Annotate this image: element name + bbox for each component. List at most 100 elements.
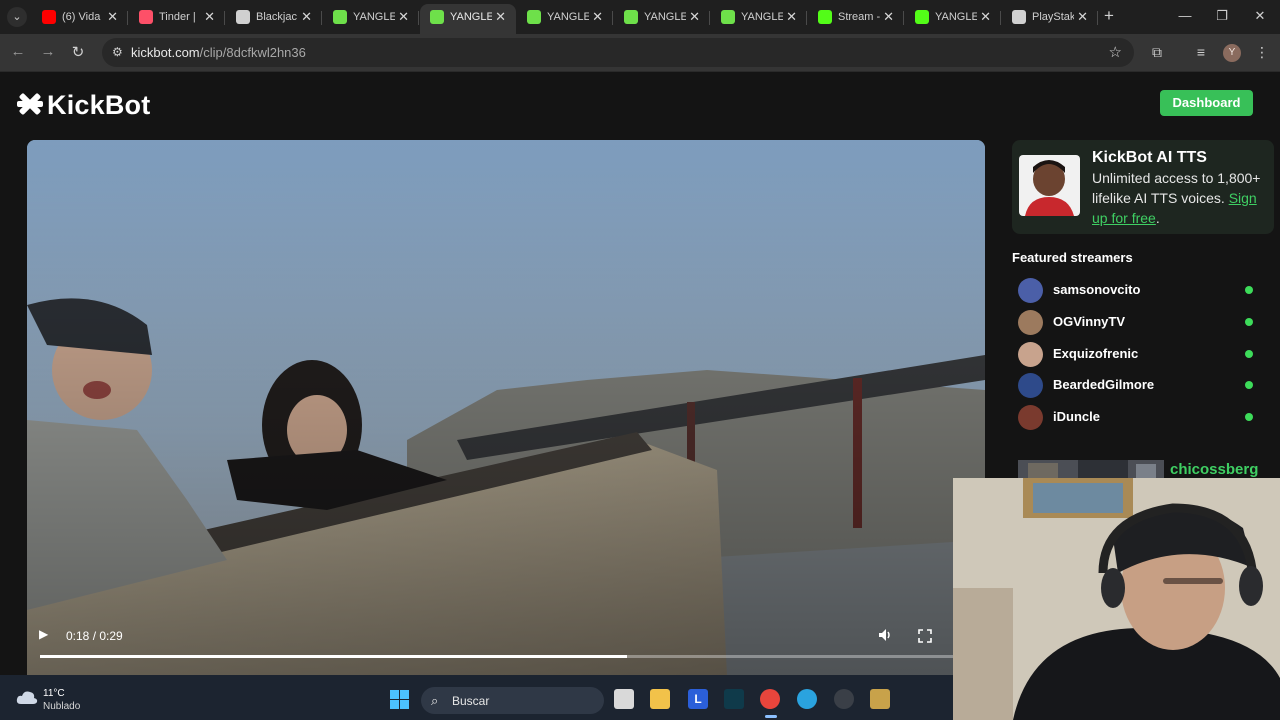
tab-separator — [1097, 11, 1098, 25]
reload-icon[interactable]: ↻ — [69, 43, 87, 61]
windows-taskbar: 11°C Nublado ⌕ Buscar L — [0, 675, 953, 720]
tab-close-icon[interactable]: ✕ — [786, 4, 797, 30]
tab-separator — [418, 11, 419, 25]
browser-tab[interactable]: YANGLE ✕ — [614, 4, 710, 34]
online-status-dot — [1245, 317, 1253, 326]
kick-k-icon — [818, 10, 832, 24]
league-client-icon[interactable] — [870, 689, 890, 709]
streamer-name: BeardedGilmore — [1053, 377, 1155, 393]
windows-start-icon[interactable] — [390, 690, 409, 709]
tinder-flame-icon — [139, 10, 153, 24]
back-arrow-icon[interactable]: ← — [9, 43, 27, 60]
browser-tab[interactable]: YANGLE ✕ — [905, 4, 1001, 34]
restore-icon[interactable]: ❐ — [1212, 8, 1232, 24]
tab-close-icon[interactable]: ✕ — [495, 4, 506, 30]
promo-avatar-image — [1019, 155, 1080, 216]
browser-tab[interactable]: YANGLE ✕ — [420, 4, 516, 34]
tab-close-icon[interactable]: ✕ — [980, 4, 991, 30]
browser-tab[interactable]: YANGLE ✕ — [711, 4, 807, 34]
tab-separator — [709, 11, 710, 25]
browser-tab[interactable]: PlayStak ✕ — [1002, 4, 1098, 34]
tab-close-icon[interactable]: ✕ — [204, 4, 215, 30]
tab-close-icon[interactable]: ✕ — [1077, 4, 1088, 30]
kickbot-icon — [527, 10, 541, 24]
featured-streamer-item[interactable]: OGVinnyTV — [1012, 308, 1260, 336]
browser-toolbar: ← → ↻ ⚙ kickbot.com/clip/8dcfkwl2hn36 ☆ … — [0, 34, 1280, 72]
steam-icon[interactable] — [834, 689, 854, 709]
tab-close-icon[interactable]: ✕ — [398, 4, 409, 30]
featured-streamer-item[interactable]: BeardedGilmore — [1012, 371, 1260, 399]
tab-close-icon[interactable]: ✕ — [592, 4, 603, 30]
search-icon: ⌕ — [431, 693, 439, 708]
extensions-puzzle-icon[interactable]: ⧉ — [1148, 44, 1166, 61]
tab-title: YANGLE — [644, 11, 686, 23]
tab-close-icon[interactable]: ✕ — [107, 4, 118, 30]
online-status-dot — [1245, 381, 1253, 390]
streamer-avatar — [1018, 309, 1043, 335]
forward-arrow-icon[interactable]: → — [39, 43, 57, 60]
youtube-icon — [42, 10, 56, 24]
address-bar[interactable]: ⚙ kickbot.com/clip/8dcfkwl2hn36 ☆ — [102, 38, 1134, 67]
game-launcher-icon[interactable] — [724, 689, 744, 709]
browser-menu-icon[interactable]: ⋮ — [1253, 44, 1271, 61]
browser-tab[interactable]: Stream - ✕ — [808, 4, 904, 34]
site-info-icon[interactable]: ⚙ — [112, 45, 126, 59]
bookmark-star-icon[interactable]: ☆ — [1109, 43, 1122, 61]
streamer-avatar — [1018, 405, 1043, 431]
close-window-icon[interactable]: ✕ — [1250, 8, 1270, 24]
tab-title: YANGLE — [741, 11, 783, 23]
new-tab-plus-icon[interactable]: + — [1100, 6, 1118, 26]
fullscreen-icon[interactable] — [918, 629, 932, 643]
streamer-name: samsonovcito — [1053, 282, 1141, 297]
logo-text: KickBot — [47, 90, 151, 120]
play-icon[interactable]: ▶ — [39, 627, 55, 643]
browser-tab[interactable]: YANGLE ✕ — [517, 4, 613, 34]
browser-tab[interactable]: Blackjac ✕ — [226, 4, 322, 34]
tab-title: Stream - — [838, 11, 880, 23]
cloud-weather-icon[interactable] — [16, 689, 38, 705]
minimize-icon[interactable]: — — [1175, 8, 1195, 23]
clip-thumbnail-image — [1018, 460, 1164, 480]
featured-streamer-item[interactable]: samsonovcito — [1012, 276, 1260, 304]
online-status-dot — [1245, 286, 1253, 294]
file-explorer-icon[interactable] — [650, 689, 670, 709]
tab-search-chevron-icon[interactable]: ⌄ — [7, 7, 27, 27]
browser-tab[interactable]: YANGLE ✕ — [323, 4, 419, 34]
featured-streamer-item[interactable]: Exquizofrenic — [1012, 340, 1260, 368]
kickbot-logo-icon — [17, 93, 43, 115]
taskbar-search[interactable]: ⌕ Buscar — [421, 687, 604, 714]
video-frame — [27, 140, 985, 676]
streamer-name: Exquizofrenic — [1053, 345, 1139, 361]
task-view-icon[interactable] — [614, 689, 634, 709]
stake-s-icon — [1012, 10, 1026, 24]
dashboard-button[interactable]: Dashboard — [1160, 90, 1253, 116]
weather-temperature[interactable]: 11°C — [43, 688, 65, 699]
active-app-indicator — [765, 715, 777, 718]
weather-condition[interactable]: Nublado — [43, 701, 80, 712]
stake-s-icon — [236, 10, 250, 24]
browser-tab-strip: ⌄ (6) Vida ✕ Tinder | ✕ Blackjac ✕ YANGLE ✕ YANG… — [0, 0, 1280, 34]
volume-icon[interactable] — [877, 627, 893, 643]
featured-streamer-item[interactable]: iDuncle — [1012, 403, 1260, 431]
profile-avatar[interactable]: Y — [1223, 44, 1241, 62]
clip-streamer-name[interactable]: chicossberg — [1170, 461, 1258, 478]
browser-tab[interactable]: Tinder | ✕ — [129, 4, 225, 34]
tab-title: Blackjac — [256, 11, 297, 23]
clip-thumbnail[interactable] — [1018, 460, 1164, 480]
media-controls-icon[interactable]: ≡ — [1192, 44, 1210, 60]
app-l-icon[interactable]: L — [688, 689, 708, 709]
promo-text: Unlimited access to 1,800+ lifelike AI T… — [1092, 168, 1268, 228]
browser-tab[interactable]: (6) Vida ✕ — [32, 4, 128, 34]
clip-video-player[interactable]: ▶ 0:18 / 0:29 — [27, 140, 985, 676]
tab-title: YANGLE — [547, 11, 589, 23]
telegram-icon[interactable] — [797, 689, 817, 709]
tab-title: YANGLE — [450, 11, 492, 23]
featured-streamers-heading: Featured streamers — [1012, 250, 1133, 265]
tab-separator — [903, 11, 904, 25]
tab-close-icon[interactable]: ✕ — [301, 4, 312, 30]
tab-close-icon[interactable]: ✕ — [883, 4, 894, 30]
tab-close-icon[interactable]: ✕ — [689, 4, 700, 30]
chrome-icon[interactable] — [760, 689, 780, 709]
video-seek-bar[interactable] — [40, 655, 972, 658]
kickbot-icon — [333, 10, 347, 24]
